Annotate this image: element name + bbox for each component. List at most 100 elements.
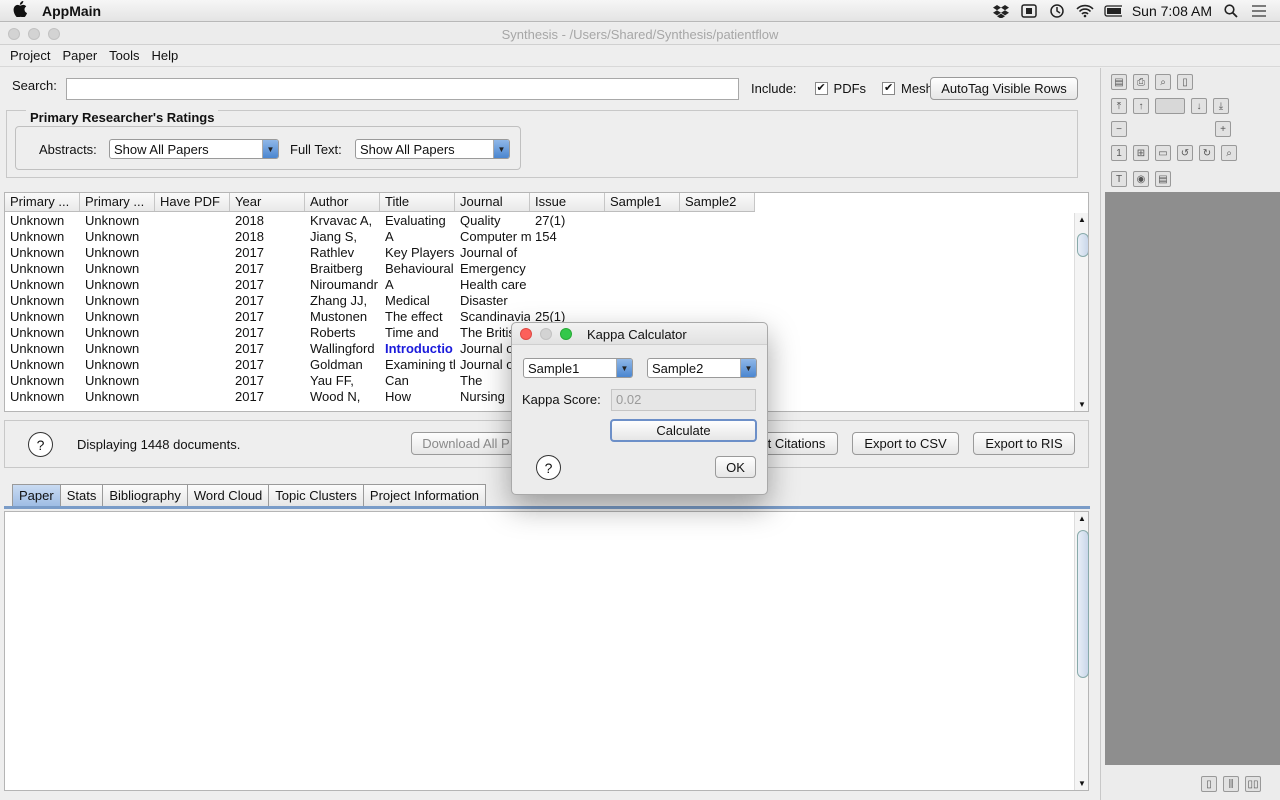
paper-detail-area[interactable]: ▲ ▼ [4, 511, 1089, 791]
zoom-out-icon[interactable]: − [1111, 121, 1127, 137]
dialog-minimize-button[interactable] [540, 328, 552, 340]
table-cell: Niroumandr [310, 277, 378, 292]
paper-scrollbar[interactable]: ▲ ▼ [1074, 512, 1089, 790]
scroll-thumb[interactable] [1077, 530, 1089, 678]
zoom-in-icon[interactable]: + [1215, 121, 1231, 137]
sample2-select[interactable]: Sample2 ▼ [647, 358, 757, 378]
column-header[interactable]: Issue [530, 193, 605, 211]
app-name[interactable]: AppMain [42, 3, 101, 19]
table-cell: Journal of [460, 245, 518, 260]
table-row[interactable]: Unknown Unknown 2018 Jiang S, A Computer m 154 [5, 229, 755, 245]
pdfs-label: PDFs [833, 81, 867, 96]
pdfs-checkbox[interactable]: ✔ [814, 82, 828, 95]
table-row[interactable]: Unknown Unknown 2017 Braitberg Behavioural Em… [5, 261, 755, 277]
dialog-close-button[interactable] [520, 328, 532, 340]
sample1-select[interactable]: Sample1 ▼ [523, 358, 633, 378]
table-cell [605, 261, 680, 277]
notification-center-icon[interactable] [1250, 4, 1268, 18]
export-ris-button[interactable]: Export to RIS [973, 432, 1075, 455]
kappa-calculator-dialog: Kappa Calculator Sample1 ▼ Sample2 ▼ Kap… [511, 322, 768, 495]
actual-size-icon[interactable]: 1 [1111, 145, 1127, 161]
calculate-button[interactable]: Calculate [610, 419, 757, 442]
menu-project[interactable]: Project [10, 48, 50, 63]
fulltext-select[interactable]: Show All Papers ▼ [355, 139, 510, 159]
ok-button[interactable]: OK [715, 456, 756, 478]
apple-icon[interactable] [0, 0, 40, 21]
scroll-down-icon[interactable]: ▼ [1078, 779, 1086, 788]
save-icon[interactable]: ▤ [1111, 74, 1127, 90]
single-page-icon[interactable]: ▯ [1201, 776, 1217, 792]
facing-pages-icon[interactable]: ▯▯ [1245, 776, 1261, 792]
ratings-group-title: Primary Researcher's Ratings [26, 110, 219, 125]
menu-tools[interactable]: Tools [109, 48, 139, 63]
column-header[interactable]: Sample2 [680, 193, 755, 211]
column-header[interactable]: Primary ... [5, 193, 80, 211]
column-header[interactable]: Have PDF [155, 193, 230, 211]
binoculars-icon[interactable]: ⌕ [1155, 74, 1171, 90]
column-header[interactable]: Author [305, 193, 380, 211]
column-header[interactable]: Sample1 [605, 193, 680, 211]
table-cell [680, 277, 755, 293]
clock[interactable]: Sun 7:08 AM [1132, 3, 1212, 19]
screen-share-icon[interactable] [1020, 4, 1038, 18]
tab-topic-clusters[interactable]: Topic Clusters [268, 484, 364, 506]
search-input[interactable] [66, 78, 739, 100]
table-row[interactable]: Unknown Unknown 2018 Krvavac A, Evaluating Qu… [5, 213, 755, 229]
wifi-icon[interactable] [1076, 4, 1094, 18]
document-icon[interactable]: ▤ [1155, 171, 1171, 187]
tab-stats[interactable]: Stats [59, 484, 104, 506]
spotlight-search-icon[interactable] [1222, 4, 1240, 18]
download-all-pdfs-button[interactable]: Download All P [411, 432, 521, 455]
dropbox-icon[interactable] [992, 4, 1010, 18]
column-header[interactable]: Journal [455, 193, 530, 211]
pdf-canvas[interactable] [1105, 192, 1280, 765]
table-row[interactable]: Unknown Unknown 2017 Zhang JJ, Medical Disast… [5, 293, 755, 309]
table-row[interactable]: Unknown Unknown 2017 Niroumandr A Health care [5, 277, 755, 293]
column-header[interactable]: Primary ... [80, 193, 155, 211]
mesh-checkbox[interactable]: ✔ [882, 82, 896, 95]
tab-paper[interactable]: Paper [12, 484, 61, 506]
table-cell: Wallingford [310, 341, 375, 356]
table-cell: A [385, 229, 394, 244]
help-button[interactable]: ? [28, 432, 53, 457]
dialog-zoom-button[interactable] [560, 328, 572, 340]
page-number-field[interactable] [1155, 98, 1185, 114]
menu-help[interactable]: Help [152, 48, 179, 63]
tab-project-information[interactable]: Project Information [362, 484, 487, 506]
column-header[interactable]: Title [380, 193, 455, 211]
scroll-thumb[interactable] [1077, 233, 1088, 257]
time-machine-icon[interactable] [1048, 4, 1066, 18]
table-cell: Roberts [310, 325, 356, 340]
menu-paper[interactable]: Paper [62, 48, 97, 63]
table-cell: 154 [535, 229, 557, 244]
page-icon[interactable]: ▯ [1177, 74, 1193, 90]
previous-page-icon[interactable]: ↑ [1133, 98, 1149, 114]
magnifier-icon[interactable]: ⌕ [1221, 145, 1237, 161]
autotag-visible-rows-button[interactable]: AutoTag Visible Rows [930, 77, 1078, 100]
first-page-icon[interactable]: ⤒ [1111, 98, 1127, 114]
abstracts-select[interactable]: Show All Papers ▼ [109, 139, 279, 159]
table-row[interactable]: Unknown Unknown 2017 Rathlev Key Players Jour… [5, 245, 755, 261]
table-scrollbar[interactable]: ▲ ▼ [1074, 213, 1088, 411]
dialog-help-button[interactable]: ? [536, 455, 561, 480]
last-page-icon[interactable]: ⤓ [1213, 98, 1229, 114]
comment-icon[interactable]: ◉ [1133, 171, 1149, 187]
battery-icon[interactable] [1104, 4, 1122, 18]
rotate-right-icon[interactable]: ↻ [1199, 145, 1215, 161]
scroll-up-icon[interactable]: ▲ [1078, 215, 1086, 224]
scroll-up-icon[interactable]: ▲ [1078, 514, 1086, 523]
next-page-icon[interactable]: ↓ [1191, 98, 1207, 114]
table-cell: Unknown [85, 341, 140, 356]
tab-bibliography[interactable]: Bibliography [102, 484, 188, 506]
fit-page-icon[interactable]: ⊞ [1133, 145, 1149, 161]
column-header[interactable]: Year [230, 193, 305, 211]
scroll-down-icon[interactable]: ▼ [1078, 400, 1086, 409]
rotate-left-icon[interactable]: ↺ [1177, 145, 1193, 161]
fit-width-icon[interactable]: ▭ [1155, 145, 1171, 161]
export-csv-button[interactable]: Export to CSV [852, 432, 959, 455]
print-icon[interactable]: ⎙ [1133, 74, 1149, 90]
table-cell: 2017 [235, 277, 264, 292]
text-tool-icon[interactable]: T [1111, 171, 1127, 187]
tab-word-cloud[interactable]: Word Cloud [186, 484, 270, 506]
continuous-icon[interactable]: ⫼ [1223, 776, 1239, 792]
